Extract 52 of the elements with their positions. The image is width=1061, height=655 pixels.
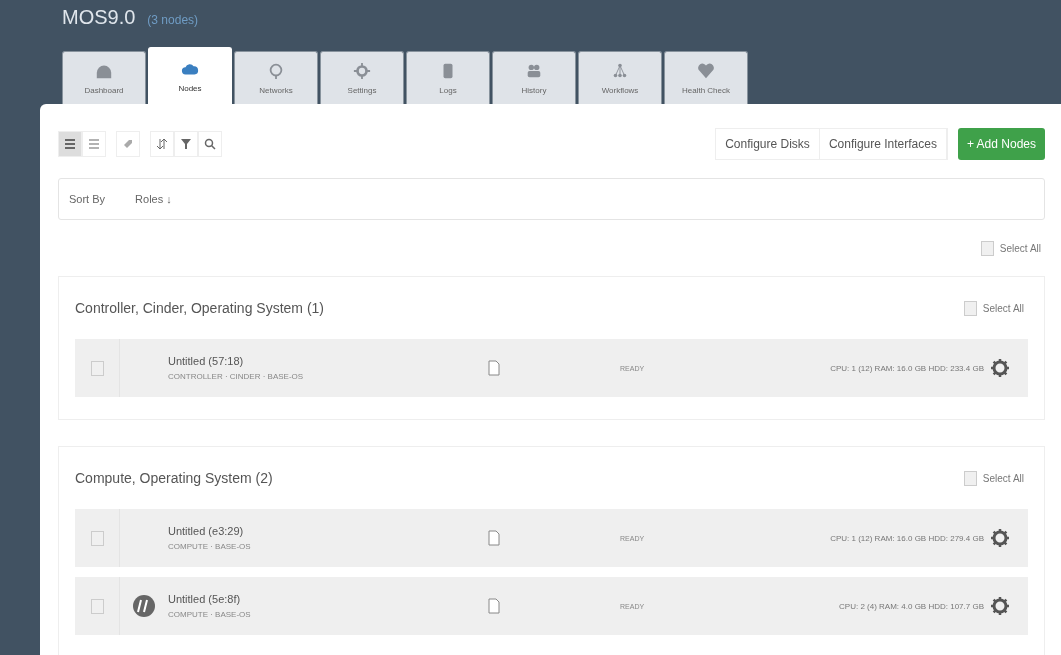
- checkbox[interactable]: [963, 470, 977, 486]
- node-name[interactable]: Untitled (e3:29): [168, 525, 488, 537]
- node-specs: CPU: 2 (4) RAM: 4.0 GB HDD: 107.7 GB: [839, 601, 984, 611]
- document-icon[interactable]: [488, 598, 500, 614]
- select-all-label: Select All: [982, 302, 1024, 314]
- settings-icon[interactable]: [990, 528, 1010, 548]
- list-icon: [64, 138, 76, 150]
- add-nodes-button[interactable]: + Add Nodes: [957, 128, 1045, 160]
- tab[interactable]: Logs: [406, 51, 490, 104]
- compact-view-button[interactable]: [58, 131, 82, 157]
- sort-icon: [156, 138, 168, 150]
- sort-option[interactable]: Roles ↓: [135, 193, 172, 205]
- node-specs: CPU: 1 (12) RAM: 16.0 GB HDD: 279.4 GB: [830, 533, 984, 543]
- tab[interactable]: Dashboard: [62, 51, 146, 104]
- document-icon[interactable]: [488, 530, 500, 546]
- node-name[interactable]: Untitled (57:18): [168, 355, 488, 367]
- checkbox[interactable]: [90, 530, 104, 546]
- list-view-button[interactable]: [82, 131, 106, 157]
- checkbox[interactable]: [980, 240, 994, 256]
- filter-button[interactable]: [174, 131, 198, 157]
- select-all-label: Select All: [999, 242, 1041, 254]
- tab[interactable]: Nodes: [148, 47, 232, 104]
- sort-label: Sort By: [69, 193, 106, 205]
- list-icon: [88, 138, 100, 150]
- checkbox[interactable]: [90, 598, 104, 614]
- node-specs: CPU: 1 (12) RAM: 16.0 GB HDD: 233.4 GB: [830, 363, 984, 373]
- filter-icon: [180, 138, 192, 150]
- search-button[interactable]: [198, 131, 222, 157]
- settings-icon[interactable]: [990, 358, 1010, 378]
- gear-icon: [353, 61, 371, 80]
- tab[interactable]: History: [492, 51, 576, 104]
- search-icon: [204, 138, 216, 150]
- checkbox[interactable]: [963, 300, 977, 316]
- tree-icon: [611, 61, 629, 80]
- checkbox[interactable]: [90, 360, 104, 376]
- node-roles: COMPUTE · BASE-OS: [168, 542, 252, 551]
- tab[interactable]: Workflows: [578, 51, 662, 104]
- document-icon[interactable]: [488, 360, 500, 376]
- tab[interactable]: Health Check: [664, 51, 748, 104]
- label-button[interactable]: [116, 131, 140, 157]
- select-all-label: Select All: [982, 472, 1024, 484]
- node-roles: COMPUTE · BASE-OS: [168, 610, 252, 619]
- node-name[interactable]: Untitled (5e:8f): [168, 593, 488, 605]
- node-roles: CONTROLLER · CINDER · BASE-OS: [168, 372, 305, 381]
- cluster-title: MOS9.0: [62, 6, 136, 29]
- tab[interactable]: Settings: [320, 51, 404, 104]
- group-title: Compute, Operating System (2): [75, 470, 273, 486]
- group-title: Controller, Cinder, Operating System (1): [75, 300, 324, 316]
- tag-icon: [122, 138, 134, 150]
- settings-icon[interactable]: [990, 596, 1010, 616]
- tab[interactable]: Networks: [234, 51, 318, 104]
- heart-icon: [697, 61, 715, 80]
